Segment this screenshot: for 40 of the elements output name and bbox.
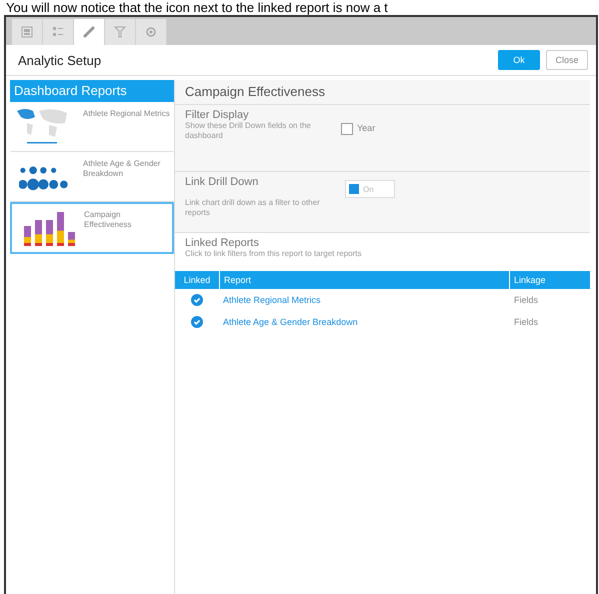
list-icon	[52, 26, 64, 38]
report-item[interactable]: Campaign Effectiveness	[10, 202, 174, 254]
filter-icon	[114, 26, 126, 38]
checkbox-label: Year	[357, 123, 376, 133]
panel-title: Campaign Effectiveness	[175, 80, 590, 105]
column-header: Report	[219, 271, 509, 289]
year-checkbox[interactable]	[341, 123, 353, 135]
report-link[interactable]: Athlete Age & Gender Breakdown	[223, 317, 358, 327]
section-description: Click to link filters from this report to target reports	[185, 249, 362, 259]
report-name: Campaign Effectiveness	[84, 210, 132, 230]
caption-text: You will now notice that the icon next to the linked report is now a t	[5, 0, 389, 15]
table-cell-text: Fields	[513, 295, 540, 305]
settings-tab[interactable]	[136, 19, 167, 45]
column-header: Linked	[182, 275, 212, 285]
sidebar-title: Dashboard Reports	[10, 80, 174, 102]
close-button[interactable]: Close	[546, 50, 588, 70]
report-name: Athlete Age & Gender Breakdown	[83, 159, 162, 179]
report-name: Athlete Regional Metrics	[83, 109, 170, 119]
section-description: Show these Drill Down fields on the dashboard	[185, 121, 312, 141]
report-item[interactable]: Athlete Regional Metrics	[10, 102, 174, 152]
section-title: Filter Display	[185, 109, 250, 121]
bubble-chart-thumbnail	[19, 165, 69, 191]
report-item[interactable]: Athlete Age & Gender Breakdown	[10, 152, 174, 202]
layout-tab[interactable]	[12, 19, 43, 45]
link-tab[interactable]	[74, 19, 105, 45]
check-circle-icon[interactable]	[191, 316, 203, 328]
dialog-title: Analytic Setup	[18, 52, 102, 68]
table-cell-text: Fields	[513, 317, 540, 327]
grid-icon	[21, 26, 33, 38]
filter-tab[interactable]	[105, 19, 136, 45]
section-description: Link chart drill down as a filter to other reports	[185, 198, 321, 218]
settings-icon	[145, 26, 157, 38]
toggle-switch[interactable]: On	[345, 180, 395, 198]
list-tab[interactable]	[43, 19, 74, 45]
section-title: Link Drill Down	[185, 176, 260, 188]
check-circle-icon[interactable]	[191, 294, 203, 306]
report-link[interactable]: Athlete Regional Metrics	[223, 295, 321, 305]
column-header: Linkage	[509, 271, 590, 289]
section-title: Linked Reports	[185, 237, 260, 249]
ok-button[interactable]: Ok	[498, 50, 540, 70]
